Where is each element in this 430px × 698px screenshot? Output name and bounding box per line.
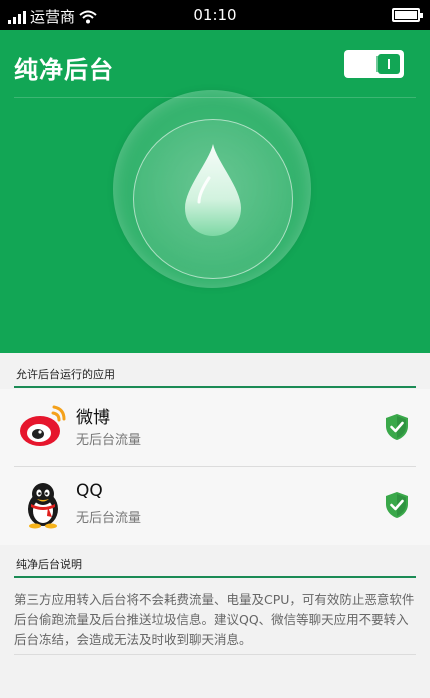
allowed-apps-header: 允许后台运行的应用 (0, 355, 430, 389)
info-section-title: 纯净后台说明 (16, 558, 82, 571)
info-description: 第三方应用转入后台将不会耗费流量、电量及CPU，可有效防止恶意软件后台偷跑流量及… (14, 592, 415, 647)
water-drop-icon (185, 144, 241, 236)
info-section-header: 纯净后台说明 (0, 545, 430, 579)
app-row-qq[interactable]: QQ 无后台流量 (0, 467, 430, 545)
pure-background-toggle[interactable] (344, 50, 404, 78)
qq-icon (28, 483, 58, 529)
app-subtitle: 无后台流量 (76, 433, 142, 448)
section-underline (14, 386, 416, 388)
section-underline (14, 576, 416, 578)
shield-check-icon (386, 492, 408, 518)
info-description-area: 第三方应用转入后台将不会耗费流量、电量及CPU，可有效防止恶意软件后台偷跑流量及… (0, 584, 430, 698)
app-name: QQ (76, 481, 103, 501)
shield-check-icon (386, 414, 408, 440)
app-subtitle: 无后台流量 (76, 511, 142, 526)
battery-icon (392, 8, 423, 22)
status-bar: 运营商 01:10 (0, 0, 430, 30)
page-title: 纯净后台 (14, 56, 114, 84)
app-name: 微博 (76, 408, 110, 428)
toggle-knob (378, 54, 400, 74)
allowed-apps-title: 允许后台运行的应用 (16, 368, 115, 381)
weibo-icon (20, 405, 66, 446)
status-time: 01:10 (193, 6, 237, 24)
app-row-weibo[interactable]: 微博 无后台流量 (0, 389, 430, 467)
description-divider (14, 654, 416, 655)
